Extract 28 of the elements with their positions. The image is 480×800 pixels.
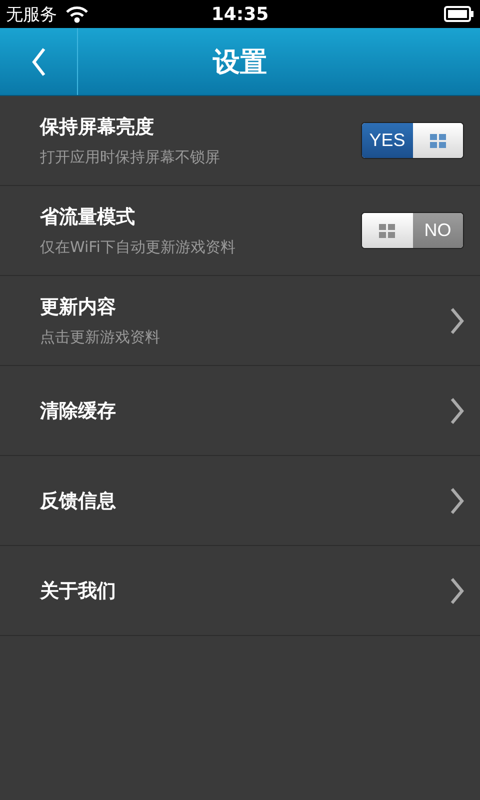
chevron-right-icon	[450, 398, 464, 424]
settings-row[interactable]: 反馈信息	[0, 456, 480, 546]
row-title: 清除缓存	[40, 398, 117, 424]
chevron-right-icon	[450, 308, 464, 334]
screen-title: 设置	[212, 46, 268, 80]
settings-row[interactable]: 关于我们	[0, 546, 480, 636]
settings-row[interactable]: 更新内容 点击更新游戏资料	[0, 276, 480, 366]
row-title: 关于我们	[40, 578, 117, 604]
clock-time: 14:35	[211, 4, 269, 24]
back-icon	[32, 48, 46, 76]
toggle-switch[interactable]: YES	[361, 122, 464, 159]
settings-row[interactable]: 保持屏幕亮度 打开应用时保持屏幕不锁屏 YES	[0, 96, 480, 186]
settings-row[interactable]: 省流量模式 仅在WiFi下自动更新游戏资料 NO	[0, 186, 480, 276]
chevron-right-icon	[450, 488, 464, 514]
grid-icon	[379, 224, 396, 238]
row-subtitle: 点击更新游戏资料	[40, 328, 161, 347]
wifi-icon	[65, 5, 89, 23]
row-title: 保持屏幕亮度	[40, 115, 155, 140]
row-title: 更新内容	[40, 295, 117, 320]
row-title: 省流量模式	[40, 205, 136, 230]
row-subtitle: 打开应用时保持屏幕不锁屏	[40, 148, 221, 167]
chevron-right-icon	[450, 578, 464, 604]
battery-icon	[444, 6, 474, 22]
carrier-text: 无服务	[6, 4, 57, 26]
row-subtitle: 仅在WiFi下自动更新游戏资料	[40, 238, 236, 257]
grid-icon	[430, 134, 446, 148]
row-title: 反馈信息	[40, 488, 117, 514]
settings-row[interactable]: 清除缓存	[0, 366, 480, 456]
